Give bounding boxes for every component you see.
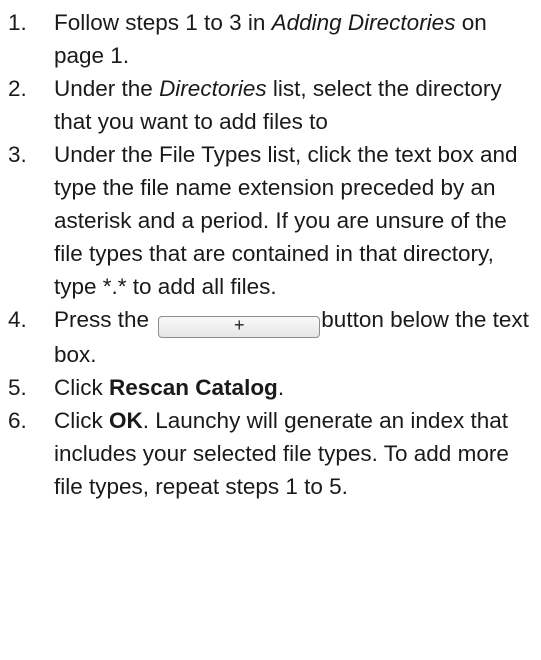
step-text: Click <box>54 408 109 433</box>
step-text: Follow steps 1 to 3 in <box>54 10 272 35</box>
step-3: 3. Under the File Types list, click the … <box>0 138 531 303</box>
rescan-catalog-label: Rescan Catalog <box>109 375 278 400</box>
step-text: . <box>277 375 285 400</box>
step-number: 3. <box>8 142 27 167</box>
step-number: 5. <box>8 375 27 400</box>
step-4: 4. Press the + button below the text box. <box>0 303 531 371</box>
ok-label: OK <box>109 408 143 433</box>
step-number: 4. <box>8 307 27 332</box>
step-2: 2. Under the Directories list, select th… <box>0 72 531 138</box>
step-text: Under the File Types list, click the tex… <box>54 142 518 299</box>
step-number: 1. <box>8 10 27 35</box>
step-1: 1. Follow steps 1 to 3 in Adding Directo… <box>0 6 531 72</box>
step-text: Press the <box>54 307 156 332</box>
section-reference: Adding Directories <box>271 10 456 35</box>
step-5: 5. Click Rescan Catalog. <box>0 371 531 404</box>
step-text: Under the <box>54 76 160 101</box>
list-reference: Directories <box>159 76 267 101</box>
steps-list: 1. Follow steps 1 to 3 in Adding Directo… <box>0 6 531 503</box>
add-file-type-button[interactable]: + <box>158 316 321 338</box>
instructions-document: 1. Follow steps 1 to 3 in Adding Directo… <box>0 0 541 660</box>
step-number: 6. <box>8 408 27 433</box>
step-number: 2. <box>8 76 27 101</box>
step-6: 6. Click OK. Launchy will generate an in… <box>0 404 531 503</box>
step-text: Click <box>54 375 109 400</box>
